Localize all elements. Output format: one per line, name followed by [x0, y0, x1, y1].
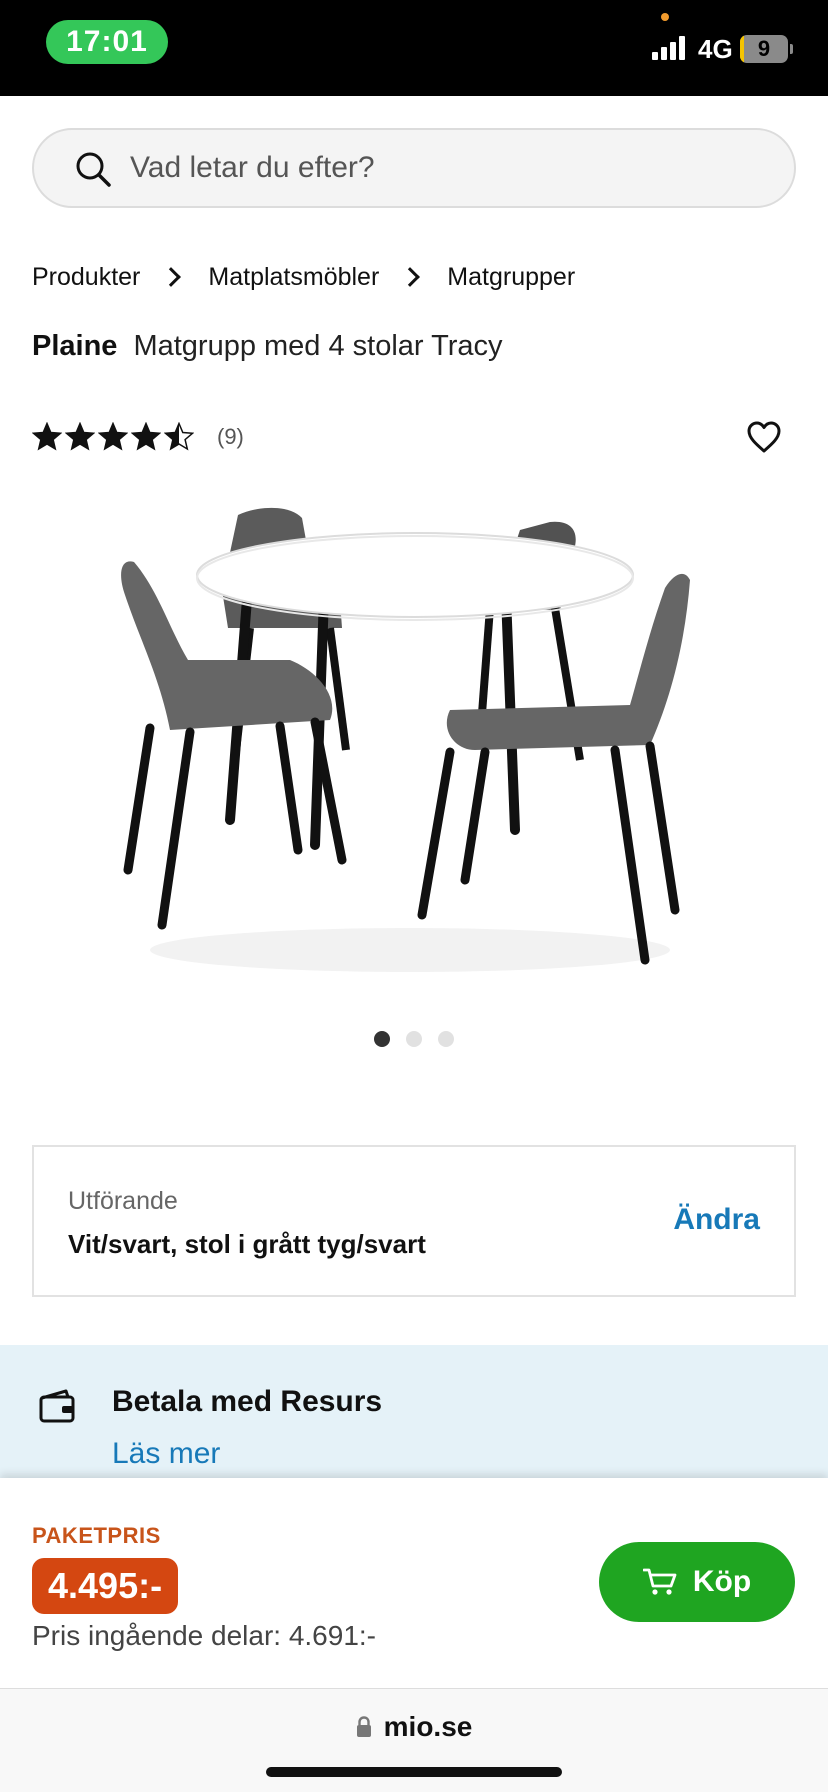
variant-value: Vit/svart, stol i grått tyg/svart — [68, 1229, 426, 1259]
search-bar[interactable]: Vad letar du efter? — [32, 128, 796, 208]
signal-strength-icon — [652, 36, 688, 60]
package-price-label: PAKETPRIS — [32, 1523, 161, 1548]
star-full-icon — [32, 422, 62, 451]
resurs-title: Betala med Resurs — [112, 1385, 383, 1418]
breadcrumb: Produkter Matplatsmöbler Matgrupper — [32, 260, 575, 294]
price-badge: 4.495:- — [32, 1558, 179, 1614]
status-bar: 17:01 4G 9 — [0, 0, 828, 96]
battery-icon: 9 — [740, 35, 788, 63]
status-time: 17:01 — [46, 20, 168, 64]
home-indicator[interactable] — [266, 1767, 562, 1777]
battery-percent: 9 — [757, 36, 771, 61]
search-input[interactable]: Vad letar du efter? — [130, 130, 375, 206]
carousel-dot[interactable] — [438, 1031, 454, 1047]
lock-icon — [356, 1716, 371, 1737]
url-text: mio.se — [383, 1711, 473, 1742]
cart-icon — [642, 1568, 677, 1595]
camera-indicator-dot — [661, 13, 669, 21]
buy-button-label: Köp — [692, 1565, 752, 1598]
heart-icon[interactable] — [746, 420, 782, 454]
change-variant-button[interactable]: Ändra — [673, 1203, 760, 1237]
breadcrumb-item-matgrupper[interactable]: Matgrupper — [447, 263, 575, 292]
chevron-right-icon — [400, 267, 421, 287]
product-image[interactable] — [110, 500, 710, 1000]
breadcrumb-item-produkter[interactable]: Produkter — [32, 263, 140, 292]
star-full-icon — [131, 422, 161, 451]
product-rating[interactable]: (9) — [32, 420, 244, 454]
carousel-dot[interactable] — [374, 1031, 390, 1047]
price-footer: PAKETPRIS 4.495:- Pris ingående delar: 4… — [0, 1478, 828, 1688]
rating-stars — [32, 422, 197, 452]
star-half-icon — [164, 422, 194, 451]
star-full-icon — [65, 422, 95, 451]
product-brand[interactable]: Plaine — [32, 330, 117, 363]
image-carousel-dots — [374, 1031, 470, 1047]
page-title: Plaine Matgrupp med 4 stolar Tracy — [32, 330, 503, 363]
wallet-icon — [39, 1389, 75, 1423]
battery-tip — [790, 44, 793, 54]
url-display[interactable]: mio.se — [0, 1711, 828, 1743]
carousel-dot[interactable] — [406, 1031, 422, 1047]
network-type: 4G — [698, 34, 733, 64]
browser-url-bar[interactable]: mio.se — [0, 1688, 828, 1792]
star-full-icon — [98, 422, 128, 451]
variant-label: Utförande — [68, 1187, 178, 1215]
product-name: Matgrupp med 4 stolar Tracy — [133, 330, 503, 362]
parts-price: Pris ingående delar: 4.691:- — [32, 1620, 376, 1651]
search-icon — [76, 152, 111, 187]
buy-button[interactable]: Köp — [599, 1542, 795, 1622]
chevron-right-icon — [161, 267, 182, 287]
variant-selector[interactable]: Utförande Vit/svart, stol i grått tyg/sv… — [32, 1145, 796, 1297]
rating-count: (9) — [217, 424, 244, 449]
resurs-payment-banner: Betala med Resurs Läs mer — [0, 1345, 828, 1480]
breadcrumb-item-matplatsmobler[interactable]: Matplatsmöbler — [208, 263, 379, 292]
read-more-link[interactable]: Läs mer — [112, 1437, 220, 1471]
